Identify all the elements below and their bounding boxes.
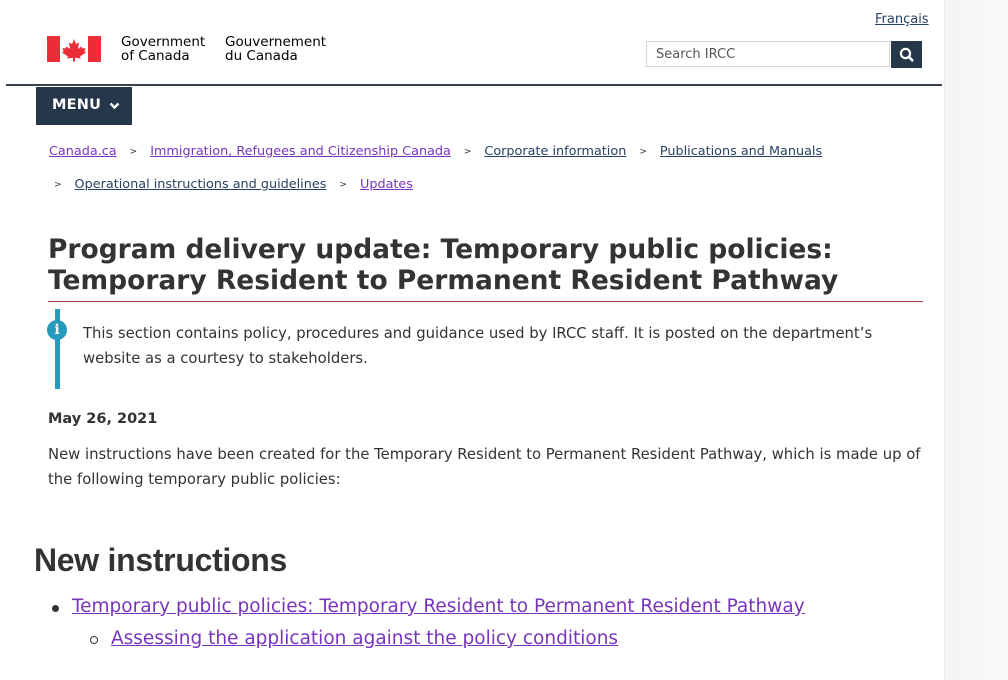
search-icon: [899, 47, 914, 62]
search-button[interactable]: [891, 41, 922, 68]
menu-label: MENU: [52, 97, 102, 113]
breadcrumb-operational-instructions[interactable]: Operational instructions and guidelines: [75, 177, 327, 192]
breadcrumb-separator: >: [639, 147, 647, 157]
info-alert-text: This section contains policy, procedures…: [83, 325, 873, 367]
signature-french[interactable]: Gouvernement du Canada: [225, 35, 326, 63]
breadcrumb-canada-ca[interactable]: Canada.ca: [49, 144, 117, 159]
chevron-down-icon: [109, 102, 120, 110]
signature-fr-line2: du Canada: [225, 48, 298, 64]
language-toggle-link[interactable]: Français: [875, 12, 929, 27]
breadcrumb-publications-manuals[interactable]: Publications and Manuals: [660, 144, 822, 159]
breadcrumb-corporate-information[interactable]: Corporate information: [484, 144, 626, 159]
breadcrumb-separator: >: [54, 180, 62, 190]
signature-english[interactable]: Government of Canada: [121, 35, 205, 63]
search-input[interactable]: Search IRCC: [646, 41, 890, 67]
breadcrumb-updates[interactable]: Updates: [360, 177, 413, 192]
title-underline: [48, 301, 923, 302]
menu-button[interactable]: MENU: [36, 87, 132, 125]
breadcrumb-separator: >: [463, 147, 472, 157]
intro-paragraph: New instructions have been created for t…: [48, 446, 921, 488]
info-icon: i: [47, 320, 67, 340]
publication-date: May 26, 2021: [48, 411, 158, 427]
page-side-margin: [944, 0, 1008, 680]
sub-list-item: Assessing the application against the po…: [111, 628, 618, 649]
breadcrumb: Canada.ca > Immigration, Refugees and Citi…: [49, 144, 822, 159]
section-heading: New instructions: [34, 542, 288, 578]
breadcrumb-separator: >: [129, 147, 138, 157]
signature-en-line2: of Canada: [121, 48, 190, 64]
list-bullet: [52, 605, 59, 612]
signature-en-line1: Government: [121, 34, 206, 50]
list-item: Temporary public policies: Temporary Res…: [72, 596, 805, 617]
breadcrumb-continued: > Operational instructions and guidelines…: [54, 177, 413, 192]
signature-fr-line1: Gouvernement: [225, 34, 327, 50]
header-divider: [6, 84, 942, 86]
sub-list-bullet: [90, 636, 98, 644]
breadcrumb-ircc[interactable]: Immigration, Refugees and Citizenship Ca…: [150, 144, 451, 159]
temporary-public-policies-link[interactable]: Temporary public policies: Temporary Res…: [72, 596, 805, 617]
page-title: Program delivery update: Temporary publi…: [48, 234, 839, 296]
assessing-application-link[interactable]: Assessing the application against the po…: [111, 628, 618, 649]
canada-flag-icon: [47, 36, 101, 62]
breadcrumb-separator: >: [339, 180, 347, 190]
